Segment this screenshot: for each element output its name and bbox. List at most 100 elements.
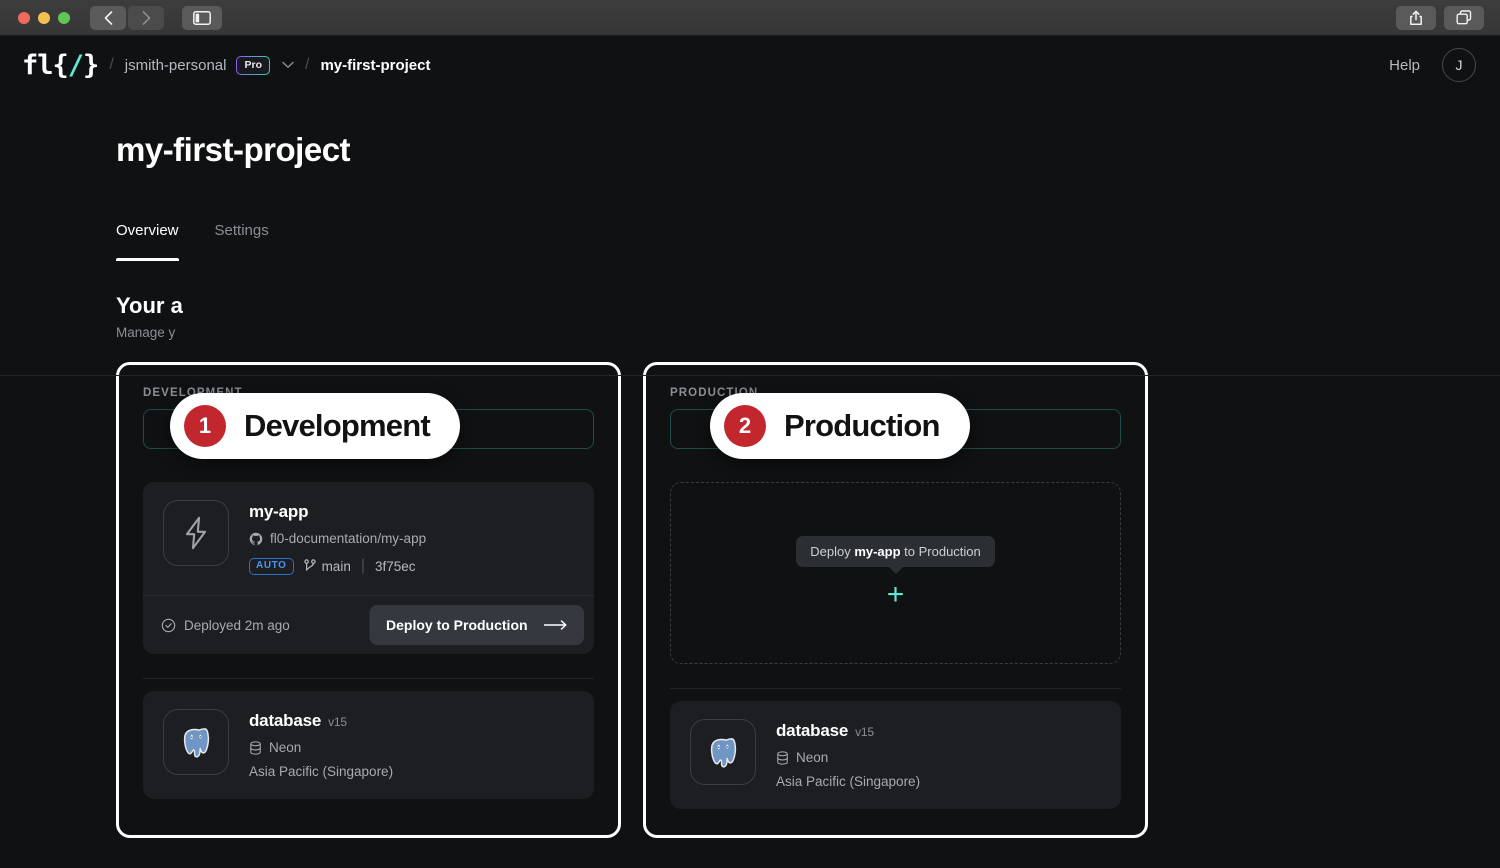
development-app-commit: 3f75ec xyxy=(374,558,416,574)
database-icon xyxy=(250,740,261,755)
production-database-info: database v15 Neon Asia Pacific (Singapore… xyxy=(776,719,920,789)
section-title: Your a xyxy=(116,293,183,318)
breadcrumb-separator-2: / xyxy=(305,56,310,73)
development-app-status-text: Deployed 2m ago xyxy=(184,617,290,633)
window-right-buttons xyxy=(1396,5,1490,30)
development-database-provider: Neon xyxy=(249,740,393,755)
back-button[interactable] xyxy=(90,5,126,30)
section-subtitle: Manage y xyxy=(116,325,176,340)
callout-development: 1 Development xyxy=(170,393,460,459)
development-app-card-main: my-app fl0-documentation/my-app AUTO mai… xyxy=(143,482,594,595)
tab-settings[interactable]: Settings xyxy=(215,222,269,261)
production-database-card-main: database v15 Neon Asia Pacific (Singapore… xyxy=(670,701,1121,809)
forward-button[interactable] xyxy=(128,5,164,30)
help-link[interactable]: Help xyxy=(1389,57,1420,74)
logo-suffix: } xyxy=(83,49,99,81)
development-database-card[interactable]: database v15 Neon Asia Pacific (Singapore… xyxy=(143,691,594,799)
postgresql-icon xyxy=(710,738,737,768)
org-switcher-button[interactable] xyxy=(282,61,294,69)
production-database-name: database v15 xyxy=(776,721,920,741)
development-database-card-main: database v15 Neon Asia Pacific (Singapore… xyxy=(143,691,594,799)
page-content: my-first-project Overview Settings Your … xyxy=(0,131,1500,838)
callout-production: 2 Production xyxy=(710,393,970,459)
window-title-bar xyxy=(0,0,1500,36)
plan-badge: Pro xyxy=(236,56,270,75)
deploy-tooltip: Deploy my-app to Production xyxy=(796,536,995,567)
chevron-left-icon xyxy=(104,10,112,25)
database-icon-tile xyxy=(690,719,756,785)
development-app-meta: AUTO main | 3f75ec xyxy=(249,557,426,575)
development-app-repo-text: fl0-documentation/my-app xyxy=(270,531,427,546)
logo-accent: / xyxy=(67,49,84,81)
development-app-card-footer: Deployed 2m ago Deploy to Production xyxy=(143,595,594,654)
share-icon xyxy=(1410,10,1422,25)
navigation-buttons xyxy=(90,5,164,30)
deploy-tooltip-app: my-app xyxy=(854,544,901,559)
chevron-down-icon xyxy=(282,61,294,68)
app-icon-tile xyxy=(163,500,229,566)
deploy-tooltip-prefix: Deploy xyxy=(810,544,855,559)
meta-separator: | xyxy=(360,557,365,574)
close-window-icon[interactable] xyxy=(18,11,30,24)
deploy-tooltip-suffix: to Production xyxy=(900,544,981,559)
tabs-divider xyxy=(0,375,1500,376)
development-database-info: database v15 Neon Asia Pacific (Singapore… xyxy=(249,709,393,779)
callout-label-1: Development xyxy=(244,408,431,443)
chevron-right-icon xyxy=(142,10,150,25)
copy-icon xyxy=(1456,10,1472,25)
tab-bar: Overview Settings xyxy=(116,222,1500,261)
postgresql-icon xyxy=(183,728,210,758)
production-database-version: v15 xyxy=(855,725,874,739)
development-app-status: Deployed 2m ago xyxy=(143,596,369,654)
github-icon xyxy=(249,532,263,545)
auto-deploy-badge: AUTO xyxy=(249,557,294,575)
development-app-branch-name: main xyxy=(321,558,351,574)
deploy-to-production-label: Deploy to Production xyxy=(386,617,528,633)
sidebar-icon xyxy=(193,10,211,25)
breadcrumb-org[interactable]: jsmith-personal xyxy=(125,57,227,74)
development-app-branch: main xyxy=(303,558,351,574)
production-database-region: Asia Pacific (Singapore) xyxy=(776,774,921,789)
section-header: Your a Manage y xyxy=(116,293,1500,340)
minimize-window-icon[interactable] xyxy=(38,11,50,24)
database-icon-tile xyxy=(163,709,229,775)
logo-prefix: fl{ xyxy=(22,49,69,81)
development-database-region: Asia Pacific (Singapore) xyxy=(249,764,394,779)
header-actions: Help J xyxy=(1389,48,1476,82)
tab-overview[interactable]: Overview xyxy=(116,222,179,261)
brand-logo[interactable]: fl{/} xyxy=(22,49,99,81)
development-database-version: v15 xyxy=(328,715,347,729)
arrow-right-icon xyxy=(544,620,567,630)
lightning-bolt-icon xyxy=(185,516,207,550)
new-tab-overview-button[interactable] xyxy=(1444,5,1484,30)
breadcrumb-separator-1: / xyxy=(109,56,114,73)
traffic-lights xyxy=(18,11,70,24)
breadcrumb-project[interactable]: my-first-project xyxy=(320,57,430,74)
avatar[interactable]: J xyxy=(1442,48,1476,82)
page-title: my-first-project xyxy=(116,131,351,168)
development-app-name: my-app xyxy=(249,502,309,521)
development-database-name-text: database xyxy=(249,711,322,730)
production-database-provider: Neon xyxy=(776,750,920,765)
production-panel-divider xyxy=(670,688,1121,689)
deploy-to-production-button[interactable]: Deploy to Production xyxy=(369,605,584,645)
development-panel-divider xyxy=(143,678,594,679)
database-icon xyxy=(777,750,788,765)
callout-label-2: Production xyxy=(784,408,940,443)
production-database-name-text: database xyxy=(776,721,849,740)
toggle-sidebar-button[interactable] xyxy=(182,5,222,30)
development-database-name: database v15 xyxy=(249,711,393,731)
app-header: fl{/} / jsmith-personal Pro / my-first-p… xyxy=(0,36,1500,94)
development-database-provider-text: Neon xyxy=(269,740,302,755)
git-branch-icon xyxy=(303,559,316,571)
callout-number-2: 2 xyxy=(724,405,766,447)
callout-number-1: 1 xyxy=(184,405,226,447)
dropzone-plus-icon[interactable]: + xyxy=(887,580,905,610)
production-database-card[interactable]: database v15 Neon Asia Pacific (Singapore… xyxy=(670,701,1121,809)
maximize-window-icon[interactable] xyxy=(58,11,70,24)
development-app-card[interactable]: my-app fl0-documentation/my-app AUTO mai… xyxy=(143,482,594,654)
production-deploy-dropzone[interactable]: Deploy my-app to Production + xyxy=(670,482,1121,664)
development-app-info: my-app fl0-documentation/my-app AUTO mai… xyxy=(249,500,426,575)
share-button[interactable] xyxy=(1396,5,1436,30)
production-database-provider-text: Neon xyxy=(796,750,829,765)
